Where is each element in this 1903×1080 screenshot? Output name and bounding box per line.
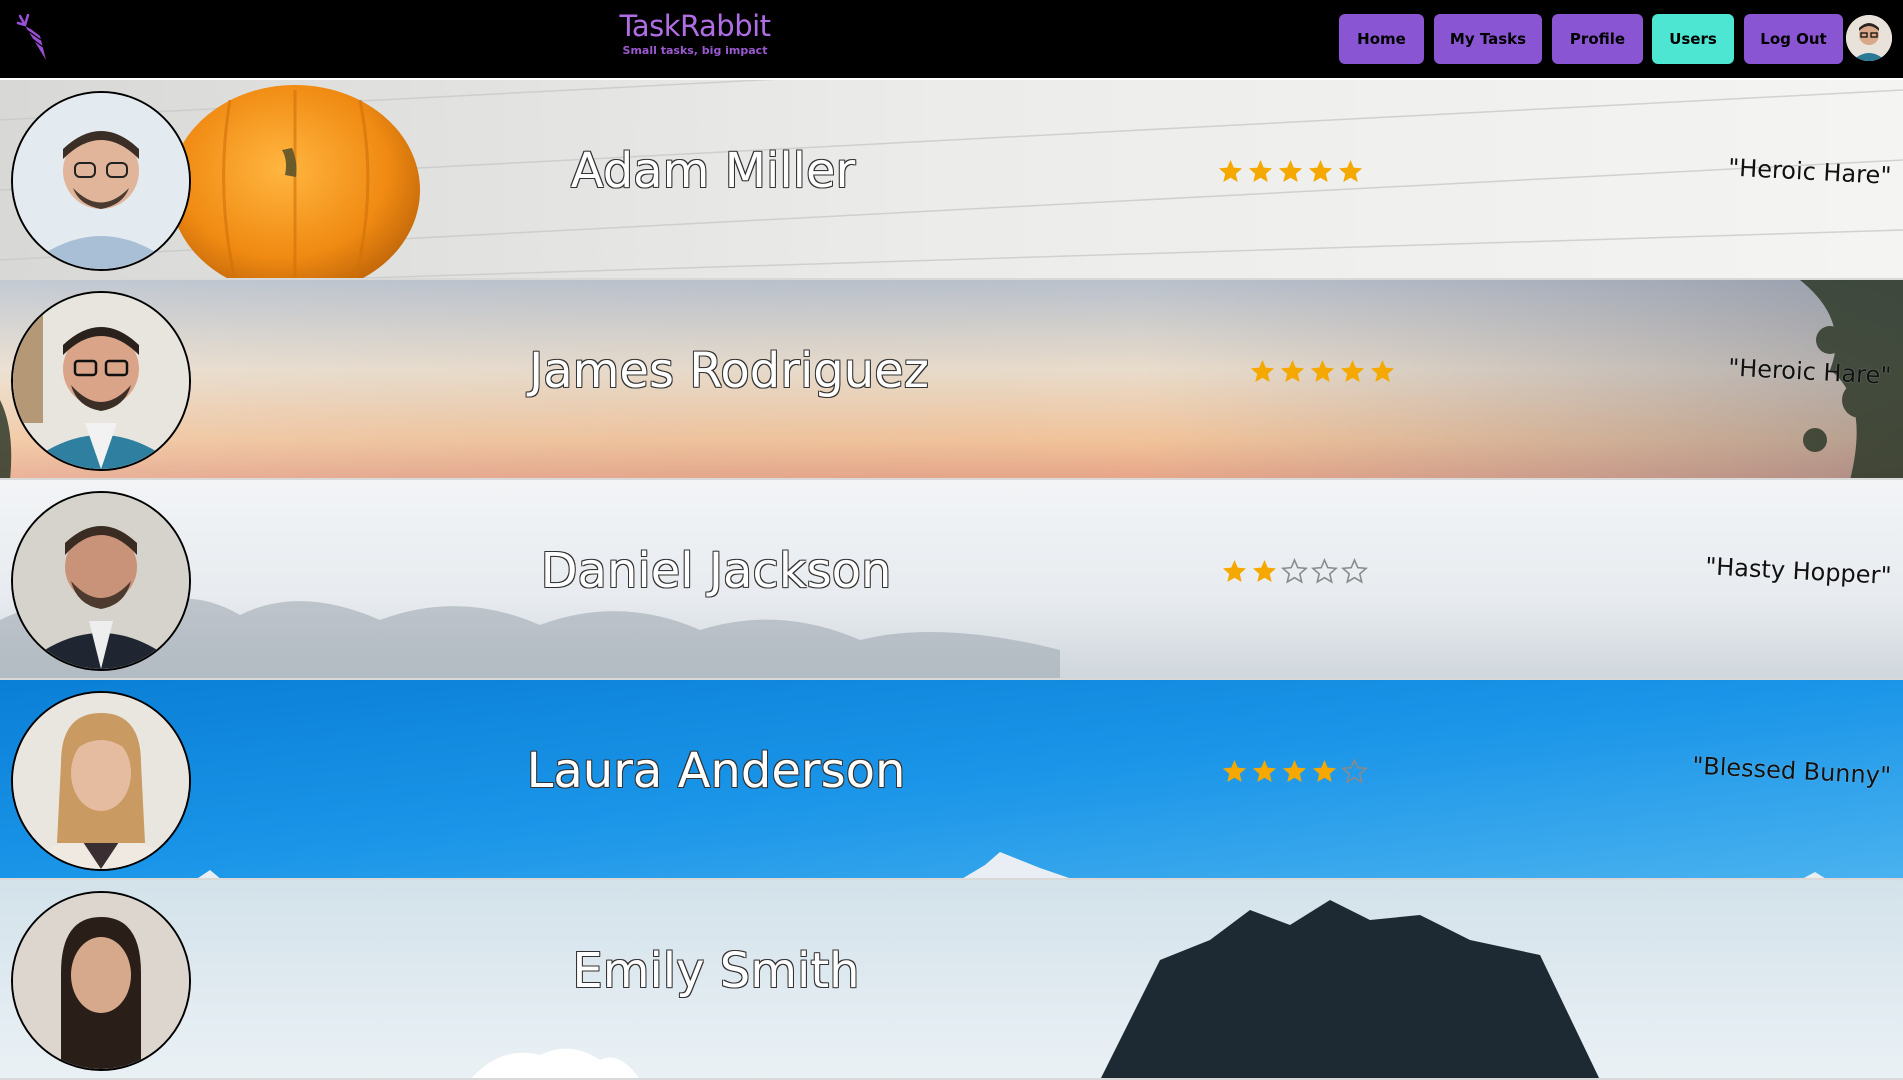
user-name[interactable]: James Rodriguez [449,342,1009,400]
user-row-james-rodriguez[interactable]: James Rodriguez "Heroic Hare" [0,280,1903,480]
star-empty-icon [1311,558,1338,584]
nav-logout-button[interactable]: Log Out [1744,14,1843,64]
user-row-adam-miller[interactable]: Adam Miller "Heroic Hare" [0,80,1903,280]
rating-stars [1217,158,1364,185]
brand-title: TaskRabbit [619,9,771,43]
brand-tagline: Small tasks, big impact [622,44,768,57]
user-name[interactable]: Adam Miller [433,142,993,200]
top-navbar: TaskRabbit Small tasks, big impact Home … [0,0,1903,78]
star-filled-icon [1248,160,1273,182]
star-filled-icon [1252,560,1277,582]
star-filled-icon [1310,360,1335,382]
user-name[interactable]: Emily Smith [436,942,996,1000]
brand[interactable]: TaskRabbit Small tasks, big impact [590,10,800,57]
user-row-laura-anderson[interactable]: Laura Anderson "Blessed Bunny" [0,680,1903,880]
star-filled-icon [1218,160,1243,182]
nav-my-tasks-button[interactable]: My Tasks [1434,14,1542,64]
star-filled-icon [1370,360,1395,382]
user-name[interactable]: Laura Anderson [436,742,996,800]
star-empty-icon [1341,558,1368,584]
star-filled-icon [1222,760,1247,782]
carrot-icon[interactable] [16,14,52,64]
user-avatar[interactable] [11,691,191,871]
nav-home-button[interactable]: Home [1339,14,1424,64]
nav-users-button[interactable]: Users [1652,14,1734,64]
star-filled-icon [1338,160,1363,182]
star-filled-icon [1252,760,1277,782]
star-filled-icon [1280,360,1305,382]
user-row-daniel-jackson[interactable]: Daniel Jackson "Hasty Hopper" [0,480,1903,680]
star-filled-icon [1282,760,1307,782]
user-name[interactable]: Daniel Jackson [436,542,996,600]
star-filled-icon [1250,360,1275,382]
rating-stars [1221,558,1368,585]
star-filled-icon [1308,160,1333,182]
star-empty-icon [1341,758,1368,784]
rating-stars [1221,758,1368,785]
star-empty-icon [1281,558,1308,584]
star-filled-icon [1222,560,1247,582]
nav-profile-button[interactable]: Profile [1552,14,1643,64]
current-user-avatar[interactable] [1846,15,1892,61]
star-filled-icon [1278,160,1303,182]
user-avatar[interactable] [11,891,191,1071]
star-filled-icon [1312,760,1337,782]
user-avatar[interactable] [11,491,191,671]
user-row-emily-smith[interactable]: Emily Smith [0,880,1903,1080]
star-filled-icon [1340,360,1365,382]
user-avatar[interactable] [11,91,191,271]
user-avatar[interactable] [11,291,191,471]
rating-stars [1249,358,1396,385]
